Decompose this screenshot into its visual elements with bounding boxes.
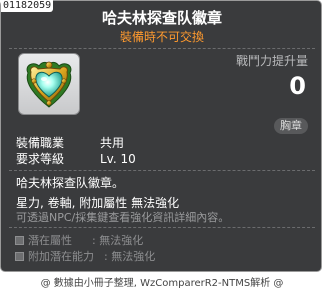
potential-box-icon <box>15 252 24 261</box>
divider <box>9 227 315 228</box>
divider <box>9 170 315 171</box>
combat-power-value: 0 <box>289 72 306 100</box>
item-tooltip: 哈夫林探查队徽章 裝備時不可交換 戰鬥力提升量 0 胸章 裝備職業 共用 要求等… <box>0 0 322 272</box>
potential-separator: : <box>92 234 96 247</box>
item-id-label: 01182059 <box>1 0 54 12</box>
trade-restriction-note: 裝備時不可交換 <box>119 30 204 44</box>
potential-separator: : <box>104 250 108 263</box>
item-description: 哈夫林探查队徽章。 <box>16 176 125 190</box>
npc-info-note: 可透過NPC/採集鍵查看強化資訊詳細內容。 <box>16 211 230 224</box>
stat-value: Lv. 10 <box>100 152 136 166</box>
stat-row-job: 裝備職業 共用 <box>16 135 124 151</box>
potential-label: 附加潛在能力 <box>28 250 94 263</box>
heart-emblem-icon <box>26 61 72 108</box>
divider <box>9 48 315 49</box>
enhancement-note: 星力, 卷軸, 附加屬性 無法強化 <box>16 196 180 210</box>
equipment-slot-badge: 胸章 <box>274 118 308 134</box>
combat-power-label: 戰鬥力提升量 <box>235 54 308 68</box>
potential-label: 潛在屬性 <box>28 234 72 247</box>
potential-box-icon <box>15 236 24 245</box>
stat-row-level: 要求等級 Lv. 10 <box>16 151 136 167</box>
potential-value: 無法強化 <box>111 250 156 263</box>
stat-value: 共用 <box>100 136 125 150</box>
potential-row: 潛在屬性: 無法強化 <box>15 234 143 248</box>
stat-label: 裝備職業 <box>16 136 65 150</box>
item-icon-frame <box>18 53 80 115</box>
stat-label: 要求等級 <box>16 152 65 166</box>
potential-value: 無法強化 <box>99 234 144 247</box>
additional-potential-row: 附加潛在能力: 無法強化 <box>15 250 155 264</box>
footer-credit: @ 數據由小冊子整理, WzComparerR2-NTMS解析 @ <box>40 278 284 289</box>
